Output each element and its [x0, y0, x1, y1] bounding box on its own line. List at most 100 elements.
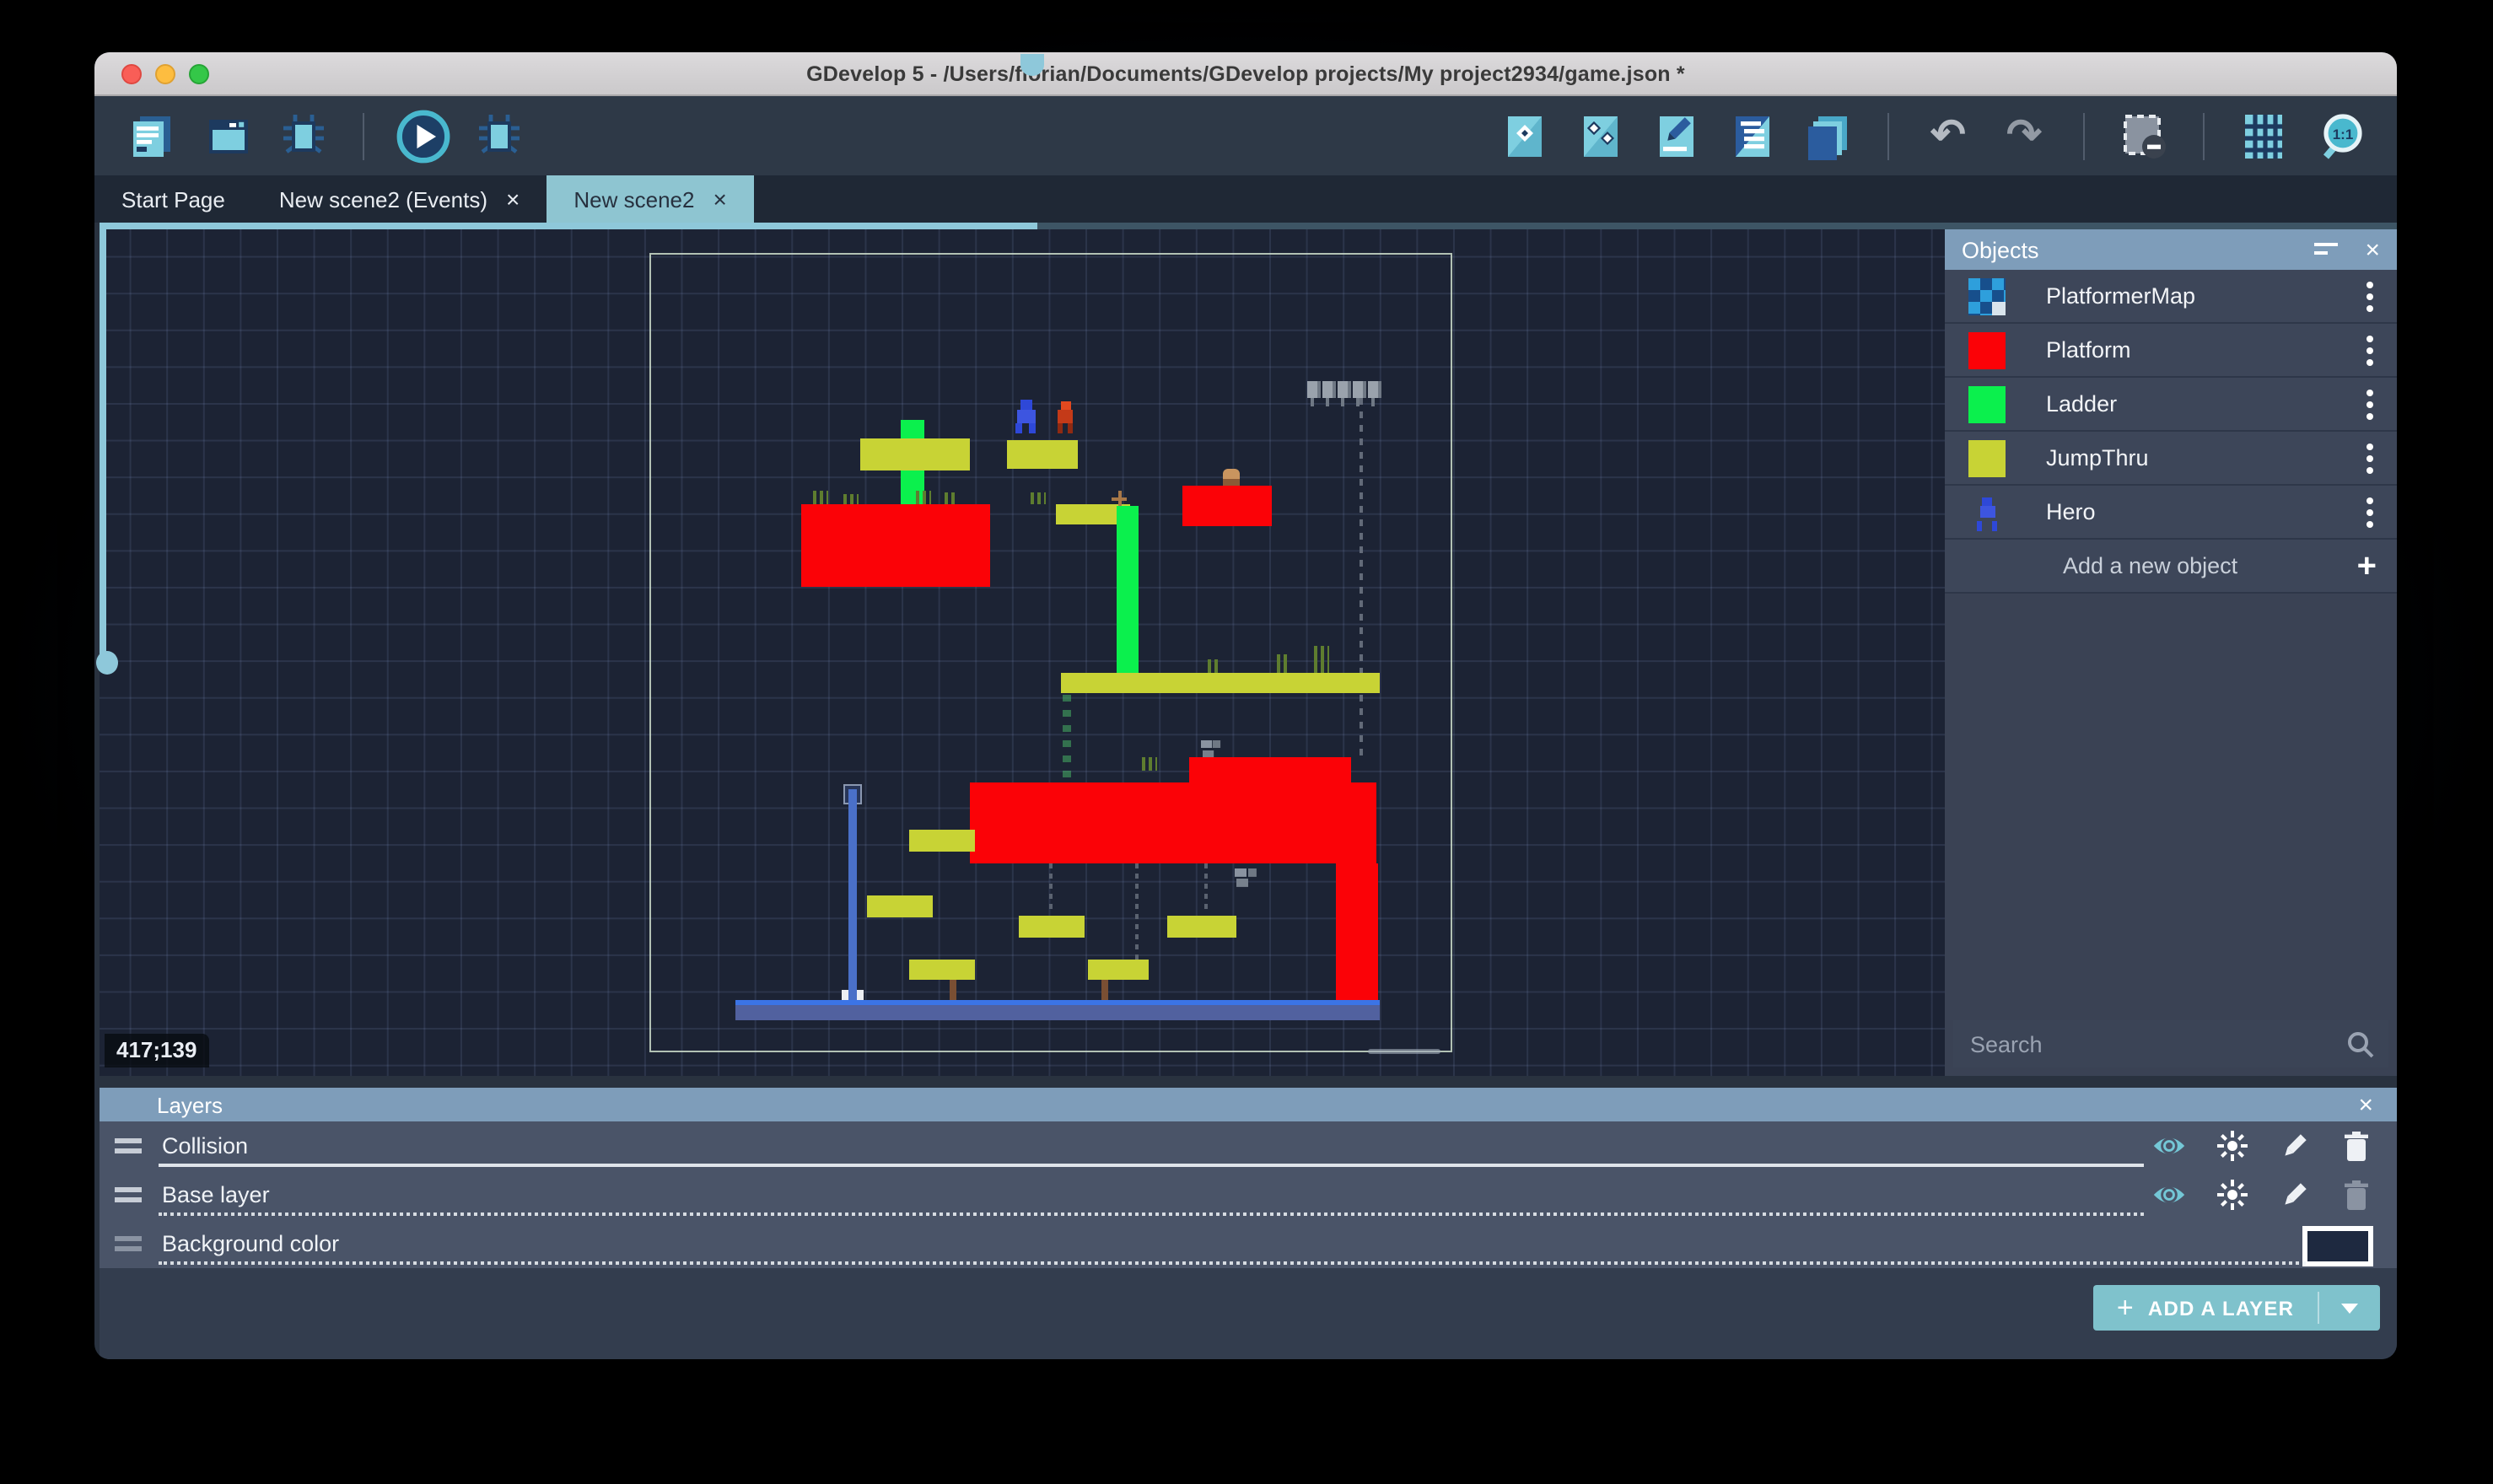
close-tab-icon[interactable]	[506, 187, 520, 211]
scene-block-dash-gray[interactable]	[1360, 398, 1363, 755]
scene-block-jumpthru[interactable]	[909, 830, 975, 852]
scene-block-grass[interactable]	[1314, 646, 1329, 673]
scene-block-grass[interactable]	[843, 494, 859, 504]
scene-block-chain[interactable]	[1204, 863, 1208, 914]
deselect-icon[interactable]	[2117, 109, 2171, 163]
object-row-ladder[interactable]: Ladder	[1945, 378, 2397, 432]
horizontal-scrollbar-thumb[interactable]	[100, 223, 1037, 229]
close-objects-panel-icon[interactable]: ×	[2365, 237, 2380, 262]
vertical-scrollbar-thumb[interactable]	[100, 229, 106, 663]
scene-block-jumpthru[interactable]	[1088, 960, 1149, 980]
edit-layer-pencil-icon[interactable]	[2277, 1129, 2311, 1163]
edit-events-icon[interactable]	[1726, 109, 1780, 163]
close-layers-panel-icon[interactable]: ×	[2358, 1092, 2373, 1117]
object-menu-icon[interactable]	[2360, 490, 2380, 534]
scene-block-bridge[interactable]	[1307, 381, 1381, 398]
scene-block-grass[interactable]	[1277, 654, 1290, 673]
scene-block-bricks[interactable]	[1201, 740, 1221, 757]
scene-block-grass[interactable]	[1208, 659, 1221, 673]
scene-block-platform[interactable]	[1189, 757, 1351, 784]
scene-block-plus[interactable]	[1112, 491, 1127, 506]
object-row-hero[interactable]: Hero	[1945, 486, 2397, 540]
search-input[interactable]	[1967, 1030, 2346, 1058]
layer-row-collision[interactable]: Collision	[100, 1121, 2397, 1170]
layers-stack-icon[interactable]	[1801, 109, 1855, 163]
filter-icon[interactable]	[2314, 241, 2341, 258]
object-search-field[interactable]	[1953, 1020, 2388, 1067]
scene-block-ladder[interactable]	[1117, 506, 1139, 675]
add-new-object-button[interactable]: Add a new object	[1945, 540, 2397, 594]
minimize-window-button[interactable]	[155, 64, 175, 84]
layer-row-base-layer[interactable]: Base layer	[100, 1170, 2397, 1219]
scene-block-platform[interactable]	[1336, 863, 1378, 1000]
scene-block-chain[interactable]	[1135, 863, 1139, 960]
drag-handle-icon[interactable]	[115, 1187, 142, 1202]
horizontal-scrollbar[interactable]	[100, 223, 2397, 229]
scene-block-stem[interactable]	[950, 980, 956, 1002]
horizontal-scrollbar-knob[interactable]	[1020, 54, 1044, 76]
zoom-1to1-icon[interactable]: 1:1	[2313, 109, 2366, 163]
scene-block-jumpthru[interactable]	[1019, 916, 1085, 938]
scene-block-pole[interactable]	[848, 789, 857, 1002]
tab-new-scene2-events[interactable]: New scene2 (Events)	[252, 175, 547, 223]
effects-icon[interactable]	[2215, 1178, 2248, 1212]
scene-block-grass[interactable]	[813, 491, 828, 504]
layer-row-background-color[interactable]: Background color	[100, 1219, 2397, 1268]
object-menu-icon[interactable]	[2360, 274, 2380, 318]
scene-block-platform[interactable]	[801, 504, 990, 587]
object-menu-icon[interactable]	[2360, 382, 2380, 426]
visibility-eye-icon[interactable]	[2152, 1178, 2186, 1212]
effects-icon[interactable]	[2215, 1129, 2248, 1163]
undo-icon[interactable]	[1921, 109, 1975, 163]
object-menu-icon[interactable]	[2360, 328, 2380, 372]
scene-block-floor[interactable]	[735, 1000, 1380, 1020]
scene-window-icon[interactable]	[201, 109, 255, 163]
scene-block-dash-green[interactable]	[1063, 695, 1071, 796]
vertical-scrollbar-knob[interactable]	[96, 651, 118, 675]
tab-new-scene2[interactable]: New scene2	[547, 175, 753, 223]
drag-handle-icon[interactable]	[115, 1236, 142, 1251]
object-row-jumpthru[interactable]: JumpThru	[1945, 432, 2397, 486]
add-layer-button[interactable]: ADD A LAYER	[2093, 1285, 2380, 1331]
scene-block-stem[interactable]	[1101, 980, 1108, 1002]
scene-block-chain[interactable]	[1049, 863, 1053, 914]
object-row-platform[interactable]: Platform	[1945, 324, 2397, 378]
object-row-platformermap[interactable]: PlatformerMap	[1945, 270, 2397, 324]
scene-canvas[interactable]: 417;139	[100, 229, 1945, 1076]
object-menu-icon[interactable]	[2360, 436, 2380, 480]
edit-scene-icon[interactable]	[1650, 109, 1704, 163]
scene-block-jumpthru[interactable]	[1167, 916, 1236, 938]
close-window-button[interactable]	[121, 64, 142, 84]
chevron-down-icon[interactable]	[2319, 1303, 2380, 1313]
visibility-eye-icon[interactable]	[2152, 1129, 2186, 1163]
edit-layer-pencil-icon[interactable]	[2277, 1178, 2311, 1212]
scene-block-jumpthru[interactable]	[1061, 673, 1380, 693]
redo-icon[interactable]	[1997, 109, 2051, 163]
preview-play-icon[interactable]	[396, 109, 450, 163]
background-color-swatch[interactable]	[2302, 1225, 2373, 1266]
grid-icon[interactable]	[2237, 109, 2291, 163]
scene-block-jumpthru[interactable]	[1007, 440, 1078, 469]
tab-start-page[interactable]: Start Page	[94, 175, 252, 223]
edit-objects-icon[interactable]	[1574, 109, 1628, 163]
close-tab-icon[interactable]	[713, 187, 726, 211]
project-manager-icon[interactable]	[125, 109, 179, 163]
scene-block-bricks[interactable]	[1235, 868, 1257, 887]
drag-handle-icon[interactable]	[115, 1138, 142, 1153]
zoom-window-button[interactable]	[189, 64, 209, 84]
scene-block-imp[interactable]	[1056, 401, 1074, 433]
scene-block-platform[interactable]	[1182, 486, 1272, 526]
delete-layer-trash-icon[interactable]	[2340, 1129, 2373, 1163]
scene-block-platform[interactable]	[970, 782, 1376, 863]
scene-block-jumpthru[interactable]	[909, 960, 975, 980]
edit-object-icon[interactable]	[1498, 109, 1552, 163]
scene-block-grass[interactable]	[916, 491, 931, 504]
scene-block-jumpthru[interactable]	[860, 438, 970, 470]
debugger-icon[interactable]	[277, 109, 331, 163]
scene-block-grass[interactable]	[1031, 492, 1046, 504]
scene-block-grass[interactable]	[945, 492, 958, 504]
scene-block-hero[interactable]	[1014, 400, 1037, 433]
debug-preview-icon[interactable]	[472, 109, 526, 163]
scene-block-mushroom[interactable]	[1223, 469, 1240, 486]
scene-block-grass[interactable]	[1142, 757, 1157, 771]
